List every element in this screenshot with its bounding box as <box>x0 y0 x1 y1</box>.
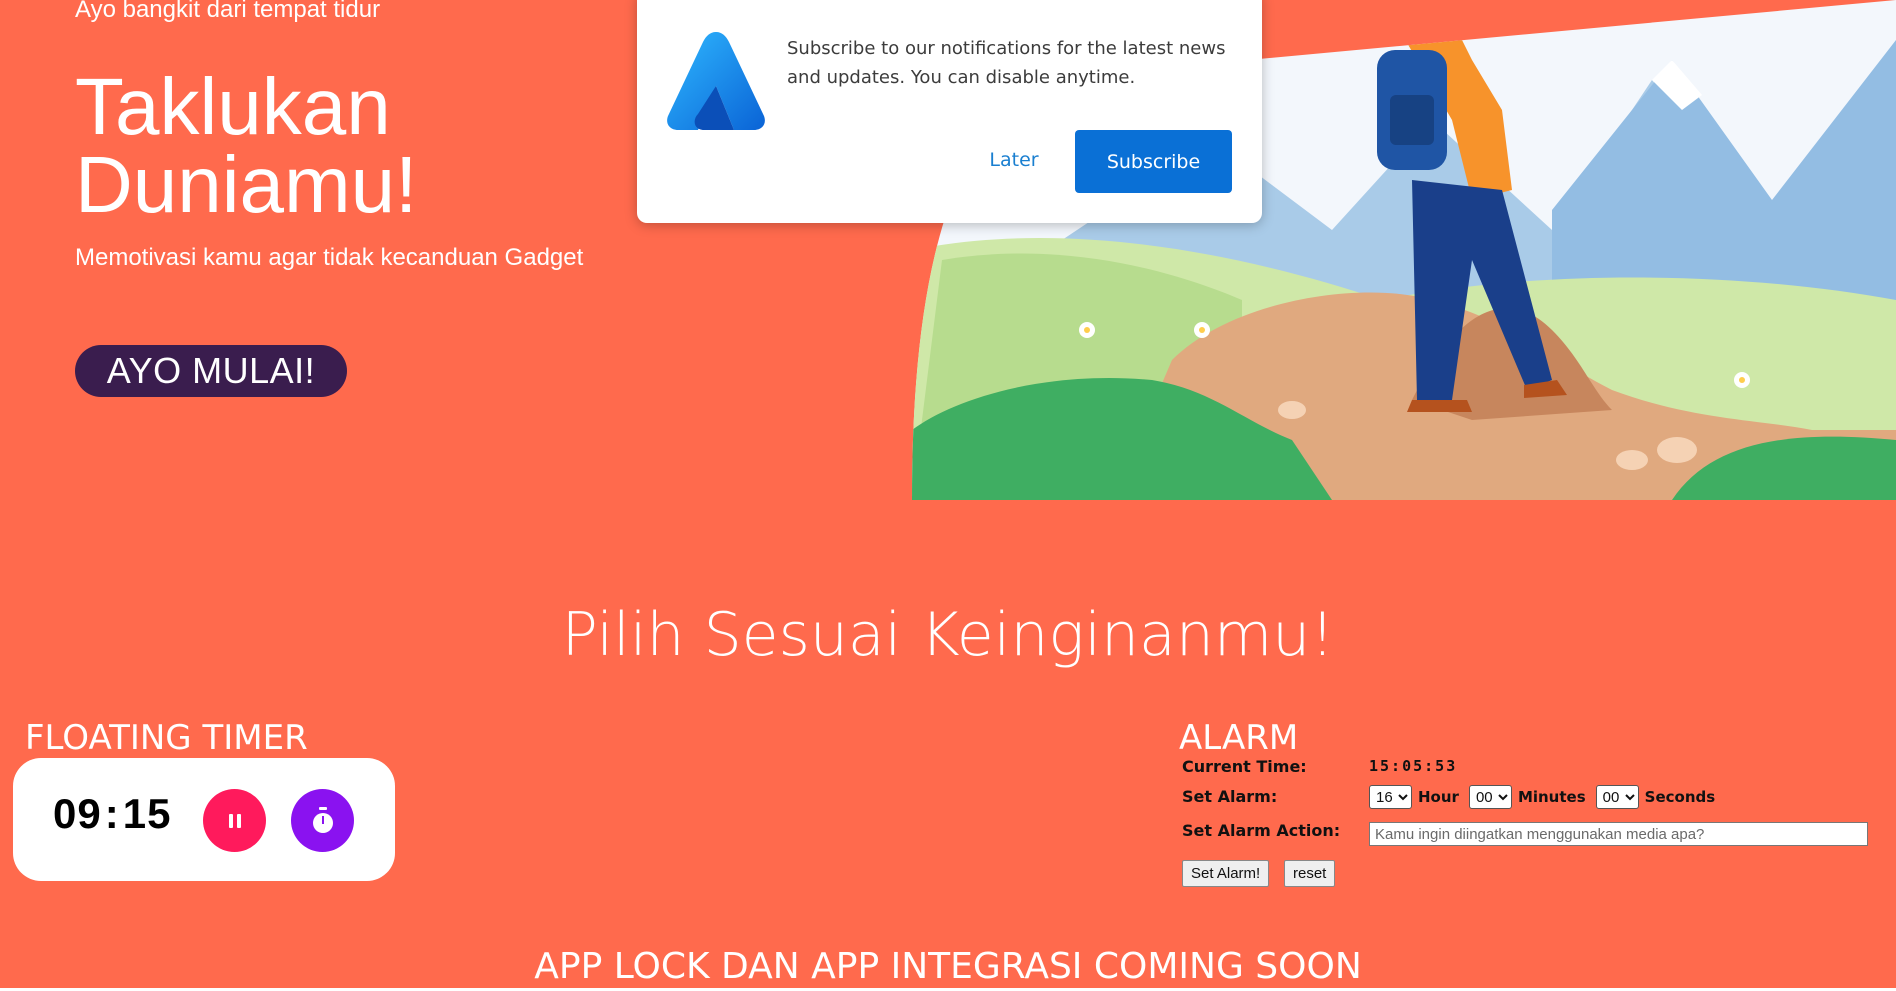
popup-message-line1: Subscribe to our notifications for the l… <box>787 38 1226 59</box>
coming-soon-title: APP LOCK DAN APP INTEGRASI COMING SOON <box>534 946 1362 987</box>
current-time-label: Current Time: <box>1182 757 1307 776</box>
floating-timer-title: FLOATING TIMER <box>25 718 308 758</box>
seconds-label: Seconds <box>1644 788 1716 806</box>
notification-popup: Subscribe to our notifications for the l… <box>637 0 1262 223</box>
later-button[interactable]: Later <box>949 129 1079 191</box>
current-time-value: 15:05:53 <box>1369 757 1458 775</box>
hero-title: Taklukan Duniamu! <box>75 62 595 229</box>
alarm-action-label: Set Alarm Action: <box>1182 821 1341 840</box>
seconds-select[interactable]: 00 <box>1595 785 1639 809</box>
timer-display: 09:15 <box>53 790 171 838</box>
section-title: Pilih Sesuai Keinginanmu! <box>561 600 1335 670</box>
timer-seconds: 15 <box>122 790 172 837</box>
subscribe-button[interactable]: Subscribe <box>1075 130 1232 193</box>
minutes-select[interactable]: 00 <box>1468 785 1512 809</box>
alarm-time-selectors: 16 Hour 00 Minutes 00 Seconds <box>1369 785 1715 809</box>
stopwatch-icon <box>312 806 333 833</box>
start-button[interactable]: AYO MULAI! <box>75 345 347 397</box>
timer-separator: : <box>104 790 120 837</box>
bell-brand-logo-icon <box>667 32 765 130</box>
hour-select[interactable]: 16 <box>1369 785 1412 809</box>
floating-timer-card: 09:15 <box>13 758 395 881</box>
popup-message-line2: and updates. You can disable anytime. <box>787 67 1136 88</box>
alarm-title: ALARM <box>1179 718 1299 758</box>
reset-button[interactable]: reset <box>1284 860 1336 887</box>
stopwatch-button[interactable] <box>291 789 354 852</box>
alarm-action-input[interactable] <box>1369 822 1868 846</box>
set-alarm-button[interactable]: Set Alarm! <box>1182 860 1270 887</box>
hero-title-line1: Taklukan <box>75 62 391 151</box>
minutes-label: Minutes <box>1517 788 1586 806</box>
set-alarm-label: Set Alarm: <box>1182 787 1278 806</box>
hero-eyebrow: Ayo bangkit dari tempat tidur <box>75 0 381 23</box>
timer-minutes: 09 <box>53 790 102 837</box>
popup-message: Subscribe to our notifications for the l… <box>787 34 1237 92</box>
hero-subtitle: Memotivasi kamu agar tidak kecanduan Gad… <box>75 244 584 271</box>
hero-title-line2: Duniamu! <box>75 140 418 229</box>
hour-label: Hour <box>1418 788 1459 806</box>
pause-icon <box>228 813 241 828</box>
pause-button[interactable] <box>203 789 266 852</box>
